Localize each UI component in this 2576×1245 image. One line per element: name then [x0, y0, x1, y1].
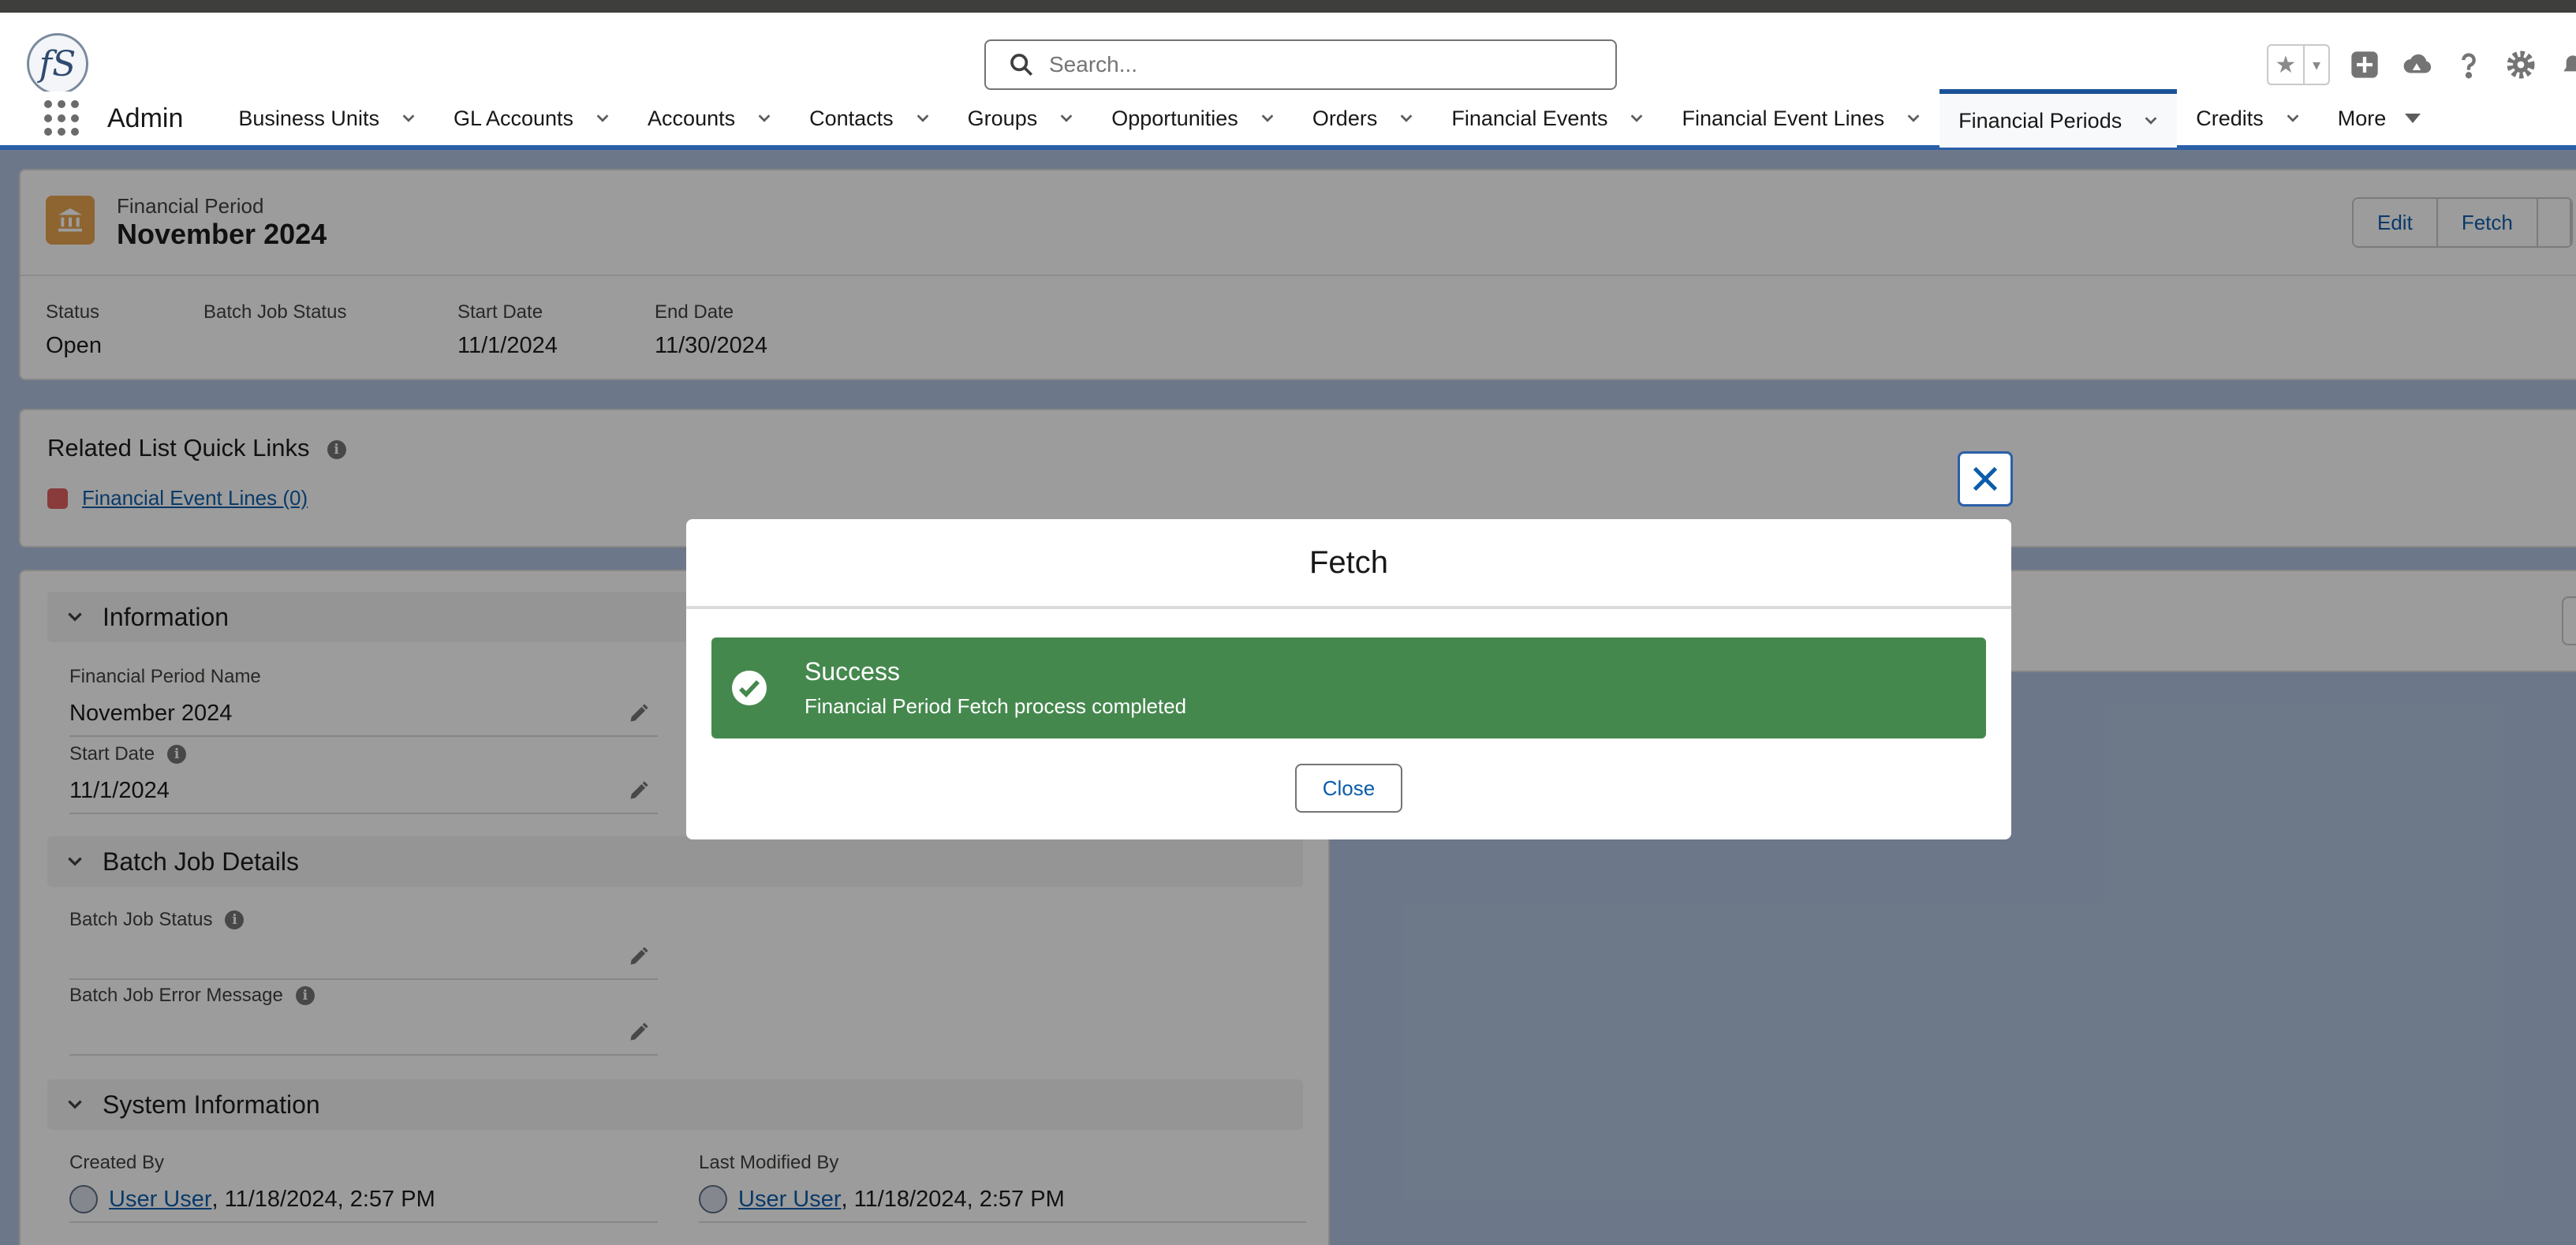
org-logo[interactable]: fS	[27, 33, 88, 95]
fetch-modal: Fetch Success Financial Period Fetch pro…	[686, 519, 2011, 839]
nav-tab-groups[interactable]: Groups	[949, 89, 1093, 148]
nav-tab-financial-periods[interactable]: Financial Periods	[1939, 89, 2178, 148]
notification-bell-icon[interactable]	[2555, 47, 2576, 82]
favorites-button-group: ★ ▾	[2267, 44, 2330, 85]
search-input[interactable]	[1049, 52, 1585, 77]
chevron-down-icon[interactable]	[2284, 110, 2302, 127]
caret-down-icon	[2405, 114, 2421, 123]
close-icon	[1973, 466, 1998, 492]
chevron-down-icon[interactable]	[756, 110, 773, 127]
favorite-star-icon[interactable]: ★	[2268, 46, 2303, 84]
nav-tab-financial-event-lines[interactable]: Financial Event Lines	[1663, 89, 1939, 148]
header-utility-icons: ★ ▾	[2267, 41, 2576, 88]
nav-more-menu[interactable]: More	[2319, 89, 2439, 148]
browser-top-strip	[0, 0, 2576, 13]
nav-tab-contacts[interactable]: Contacts	[790, 89, 949, 148]
success-title: Success	[805, 657, 900, 686]
nav-tab-credits[interactable]: Credits	[2177, 89, 2319, 148]
nav-tab-gl-accounts[interactable]: GL Accounts	[435, 89, 629, 148]
nav-tab-opportunities[interactable]: Opportunities	[1092, 89, 1294, 148]
setup-gear-icon[interactable]	[2503, 47, 2538, 82]
chevron-down-icon[interactable]	[400, 110, 417, 127]
global-search-box[interactable]	[984, 39, 1617, 90]
app-name: Admin	[107, 103, 184, 133]
nav-tab-business-units[interactable]: Business Units	[219, 89, 435, 148]
search-icon	[1010, 54, 1033, 77]
close-button[interactable]: Close	[1295, 764, 1402, 813]
success-detail: Financial Period Fetch process completed	[805, 694, 1187, 718]
chevron-down-icon[interactable]	[594, 110, 611, 127]
modal-close-button[interactable]	[1958, 451, 2013, 507]
chevron-down-icon[interactable]	[1058, 110, 1075, 127]
success-check-icon	[732, 671, 767, 705]
success-message: Success Financial Period Fetch process c…	[711, 637, 1986, 738]
app-launcher-icon[interactable]	[44, 100, 80, 136]
global-add-icon[interactable]	[2347, 47, 2382, 82]
chevron-down-icon[interactable]	[1628, 110, 1645, 127]
chevron-down-icon[interactable]	[1259, 110, 1276, 127]
chevron-down-icon[interactable]	[1905, 110, 1922, 127]
chevron-down-icon[interactable]	[1398, 110, 1415, 127]
nav-tab-accounts[interactable]: Accounts	[629, 89, 790, 148]
favorites-dropdown-icon[interactable]: ▾	[2303, 46, 2328, 84]
modal-title: Fetch	[1309, 544, 1389, 580]
global-header: fS ★ ▾	[0, 13, 2576, 95]
nav-tab-financial-events[interactable]: Financial Events	[1432, 89, 1663, 148]
trailhead-icon[interactable]	[2399, 47, 2434, 82]
help-icon[interactable]	[2451, 47, 2486, 82]
app-navigation-bar: Admin Business Units GL Accounts Account…	[0, 89, 2576, 150]
modal-header: Fetch	[686, 519, 2011, 609]
chevron-down-icon[interactable]	[914, 110, 931, 127]
nav-tab-orders[interactable]: Orders	[1294, 89, 1433, 148]
chevron-down-icon[interactable]	[2142, 112, 2160, 129]
